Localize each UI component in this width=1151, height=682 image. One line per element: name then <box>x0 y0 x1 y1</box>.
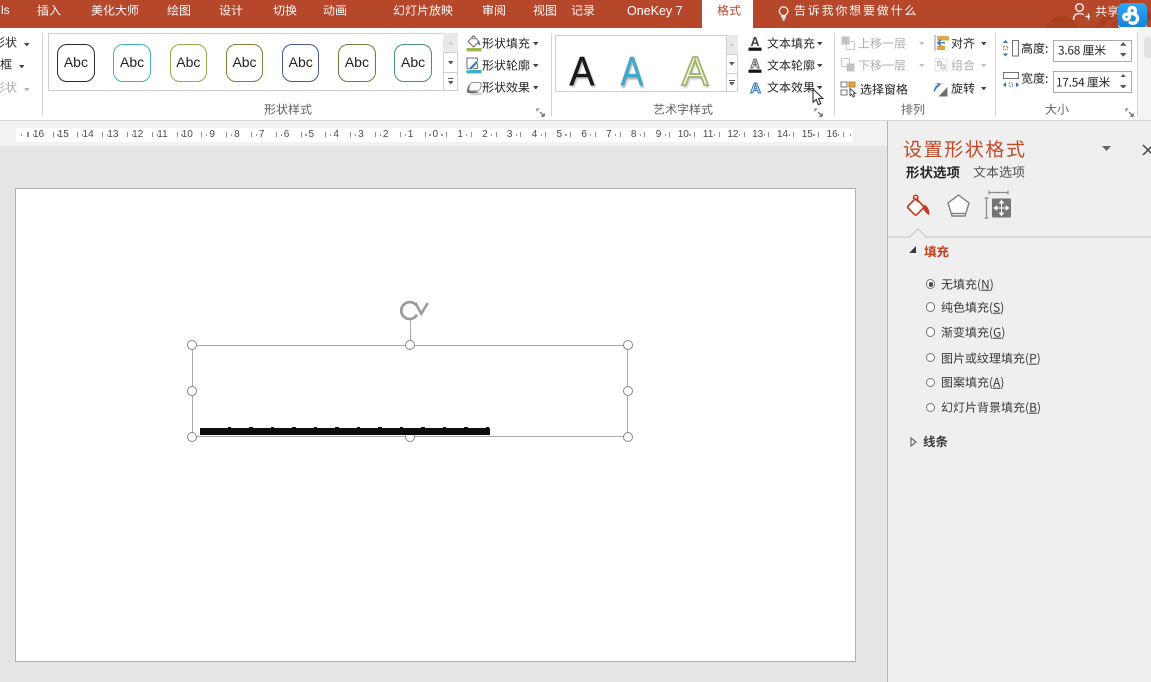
svg-text:A: A <box>750 57 759 71</box>
svg-text:A: A <box>750 35 759 49</box>
svg-text:A: A <box>750 80 761 97</box>
